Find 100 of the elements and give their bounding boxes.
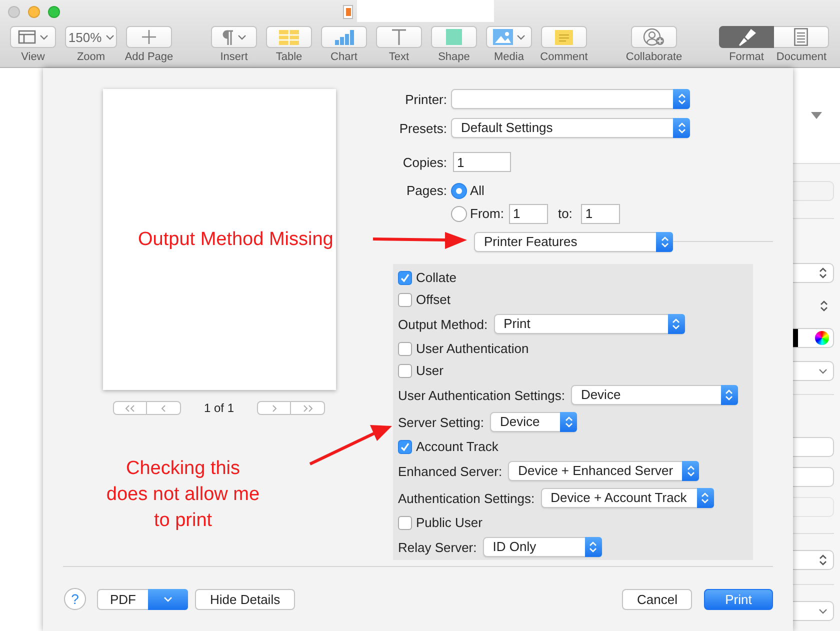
sidebar-layout-icon bbox=[18, 30, 36, 44]
chevron-left-icon bbox=[161, 404, 166, 412]
add-page-toolbar-button[interactable] bbox=[126, 26, 172, 48]
popup-menu[interactable]: Print bbox=[494, 314, 685, 334]
checkbox[interactable] bbox=[398, 516, 412, 530]
comment-toolbar-button[interactable] bbox=[541, 26, 587, 48]
radio-button[interactable] bbox=[451, 206, 467, 222]
inspector-field[interactable] bbox=[793, 437, 834, 457]
checkbox[interactable] bbox=[398, 270, 412, 285]
view-toolbar-button[interactable] bbox=[10, 26, 56, 48]
help-button[interactable]: ? bbox=[64, 588, 86, 610]
collaborate-toolbar-button[interactable] bbox=[631, 26, 677, 48]
popup-menu[interactable]: Device bbox=[570, 385, 738, 406]
from-page-field[interactable]: 1 bbox=[508, 204, 548, 224]
field-label: to: bbox=[558, 206, 572, 222]
note-icon bbox=[555, 30, 573, 44]
cancel-button[interactable]: Cancel bbox=[622, 588, 692, 610]
up-down-arrows-icon bbox=[678, 93, 686, 105]
paintbrush-icon bbox=[736, 28, 756, 46]
toolbar-label: Add Page bbox=[124, 51, 174, 63]
zoom-button[interactable] bbox=[48, 6, 60, 18]
checkbox-label: User bbox=[416, 363, 444, 378]
chevron-down-icon bbox=[106, 34, 114, 40]
add-person-icon bbox=[643, 28, 665, 46]
square-icon bbox=[446, 29, 462, 45]
presets-popup[interactable]: Default Settings bbox=[451, 118, 690, 138]
section-popup[interactable]: Printer Features bbox=[474, 232, 673, 252]
media-toolbar-button[interactable] bbox=[486, 26, 532, 48]
up-down-arrows-icon bbox=[660, 236, 668, 248]
checkmark-icon bbox=[400, 272, 410, 283]
up-down-arrows-icon bbox=[589, 541, 598, 554]
toolbar-label: Table bbox=[276, 51, 302, 63]
bar-chart-icon bbox=[334, 30, 354, 44]
checkbox[interactable] bbox=[398, 342, 412, 356]
checkbox[interactable] bbox=[398, 440, 412, 454]
popup-menu[interactable]: Device + Account Track bbox=[540, 488, 714, 508]
hide-details-button[interactable]: Hide Details bbox=[195, 588, 296, 610]
checkbox-label: Public User bbox=[416, 515, 482, 530]
pdf-menu-button[interactable]: PDF bbox=[97, 588, 188, 610]
to-page-field[interactable]: 1 bbox=[581, 204, 620, 224]
double-chevron-right-icon bbox=[302, 404, 312, 412]
checkmark-icon bbox=[400, 442, 410, 452]
color-wheel-icon bbox=[815, 331, 829, 345]
chevron-down-icon bbox=[819, 608, 827, 614]
field-label: Server Setting: bbox=[398, 414, 484, 430]
chart-toolbar-button[interactable] bbox=[321, 26, 367, 48]
field-label: Enhanced Server: bbox=[398, 464, 502, 479]
inspector-field[interactable] bbox=[793, 497, 834, 517]
checkbox-label: Collate bbox=[416, 270, 456, 286]
last-page-button[interactable] bbox=[291, 401, 325, 415]
text-tool-icon bbox=[391, 29, 407, 45]
popup-menu[interactable]: Device bbox=[490, 412, 577, 432]
toolbar-label: Shape bbox=[438, 51, 470, 63]
toolbar-label: Document bbox=[776, 51, 827, 63]
popup-menu[interactable]: ID Only bbox=[482, 537, 602, 558]
inspector-field[interactable] bbox=[793, 181, 834, 201]
field-label: Pages: bbox=[406, 183, 447, 198]
checkbox[interactable] bbox=[398, 364, 412, 378]
radio-label: From: bbox=[470, 206, 504, 222]
field-label: Presets: bbox=[398, 120, 447, 136]
document-icon bbox=[794, 28, 808, 46]
insert-toolbar-button[interactable] bbox=[211, 26, 257, 48]
chevron-down-icon bbox=[238, 34, 246, 40]
pilcrow-icon bbox=[222, 30, 234, 44]
up-down-arrows-icon bbox=[820, 300, 828, 312]
copies-field[interactable]: 1 bbox=[453, 152, 511, 172]
toolbar-label: Chart bbox=[330, 51, 358, 63]
inspector-popup[interactable] bbox=[793, 263, 834, 283]
checkbox[interactable] bbox=[398, 292, 412, 307]
radio-label: All bbox=[470, 183, 484, 198]
up-down-arrows-icon bbox=[564, 416, 572, 428]
radio-button[interactable] bbox=[451, 182, 467, 199]
next-page-button[interactable] bbox=[257, 401, 291, 415]
popup-menu[interactable]: Device + Enhanced Server bbox=[508, 461, 700, 482]
inspector-popup[interactable] bbox=[793, 550, 834, 570]
image-icon bbox=[493, 29, 513, 45]
color-well[interactable] bbox=[793, 328, 834, 348]
toolbar-label: Format bbox=[729, 51, 764, 63]
toolbar-label: Insert bbox=[220, 51, 248, 63]
previous-page-button[interactable] bbox=[147, 401, 181, 415]
close-button[interactable] bbox=[8, 6, 20, 18]
minimize-button[interactable] bbox=[28, 6, 40, 18]
text-toolbar-button[interactable] bbox=[376, 26, 422, 48]
shape-toolbar-button[interactable] bbox=[431, 26, 477, 48]
format-tab[interactable] bbox=[719, 26, 774, 48]
checkbox-label: Account Track bbox=[416, 439, 498, 454]
field-label: User Authentication Settings: bbox=[398, 388, 565, 403]
checkbox-label: User Authentication bbox=[416, 341, 529, 356]
inspector-field[interactable] bbox=[793, 467, 834, 487]
document-tab[interactable] bbox=[774, 26, 829, 48]
chevron-down-icon bbox=[164, 596, 172, 602]
up-down-arrows-icon bbox=[686, 465, 695, 478]
first-page-button[interactable] bbox=[113, 401, 147, 415]
field-label: Copies: bbox=[402, 154, 447, 170]
printer-popup[interactable] bbox=[451, 89, 690, 109]
zoom-toolbar-button[interactable]: 150% bbox=[65, 26, 117, 48]
table-toolbar-button[interactable] bbox=[266, 26, 312, 48]
toolbar-label: Comment bbox=[540, 51, 588, 63]
triangle-icon bbox=[811, 112, 822, 119]
toolbar-label: Text bbox=[388, 51, 410, 63]
